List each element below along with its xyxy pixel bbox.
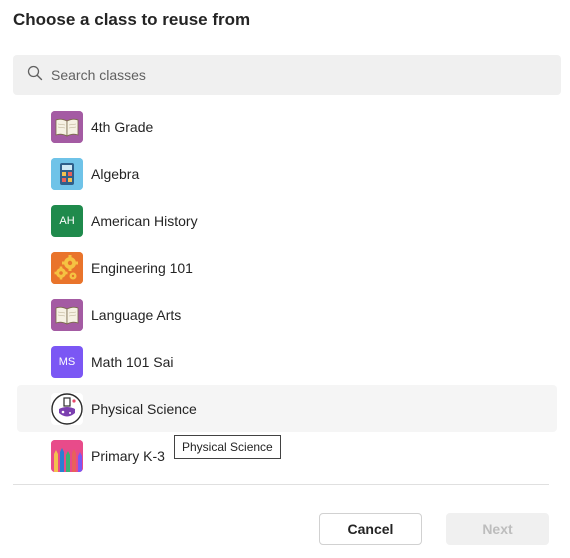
class-label: Math 101 Sai [91, 353, 174, 370]
class-label: Language Arts [91, 306, 182, 323]
class-label: Algebra [91, 165, 140, 182]
class-item-physical-science[interactable]: Physical Science [17, 385, 557, 432]
class-label: American History [91, 212, 198, 229]
search-input[interactable] [49, 66, 533, 84]
tooltip: Physical Science [174, 435, 281, 459]
gears-icon [51, 251, 83, 284]
flask-icon [51, 392, 83, 425]
class-item-american-history[interactable]: AH American History [17, 197, 557, 244]
cancel-button[interactable]: Cancel [319, 513, 422, 545]
class-item-4th-grade[interactable]: 4th Grade [17, 103, 557, 150]
class-list: 4th Grade Algebra AH American History En… [17, 103, 557, 479]
search-icon [27, 65, 43, 86]
class-item-math-101-sai[interactable]: MS Math 101 Sai [17, 338, 557, 385]
initials-avatar: AH [51, 204, 83, 237]
class-item-language-arts[interactable]: Language Arts [17, 291, 557, 338]
class-item-engineering-101[interactable]: Engineering 101 [17, 244, 557, 291]
initials-avatar: MS [51, 345, 83, 378]
class-item-primary-k-3[interactable]: Primary K-3 [17, 432, 557, 479]
search-box[interactable] [13, 55, 561, 95]
pencils-icon [51, 439, 83, 472]
class-label: Physical Science [91, 400, 197, 417]
class-label: Engineering 101 [91, 259, 193, 276]
calculator-icon [51, 157, 83, 190]
book-icon [51, 298, 83, 331]
footer-divider [13, 484, 549, 485]
class-label: Primary K-3 [91, 447, 165, 464]
class-label: 4th Grade [91, 118, 154, 135]
next-button[interactable]: Next [446, 513, 549, 545]
book-icon [51, 110, 83, 143]
dialog-title: Choose a class to reuse from [13, 10, 251, 29]
class-item-algebra[interactable]: Algebra [17, 150, 557, 197]
